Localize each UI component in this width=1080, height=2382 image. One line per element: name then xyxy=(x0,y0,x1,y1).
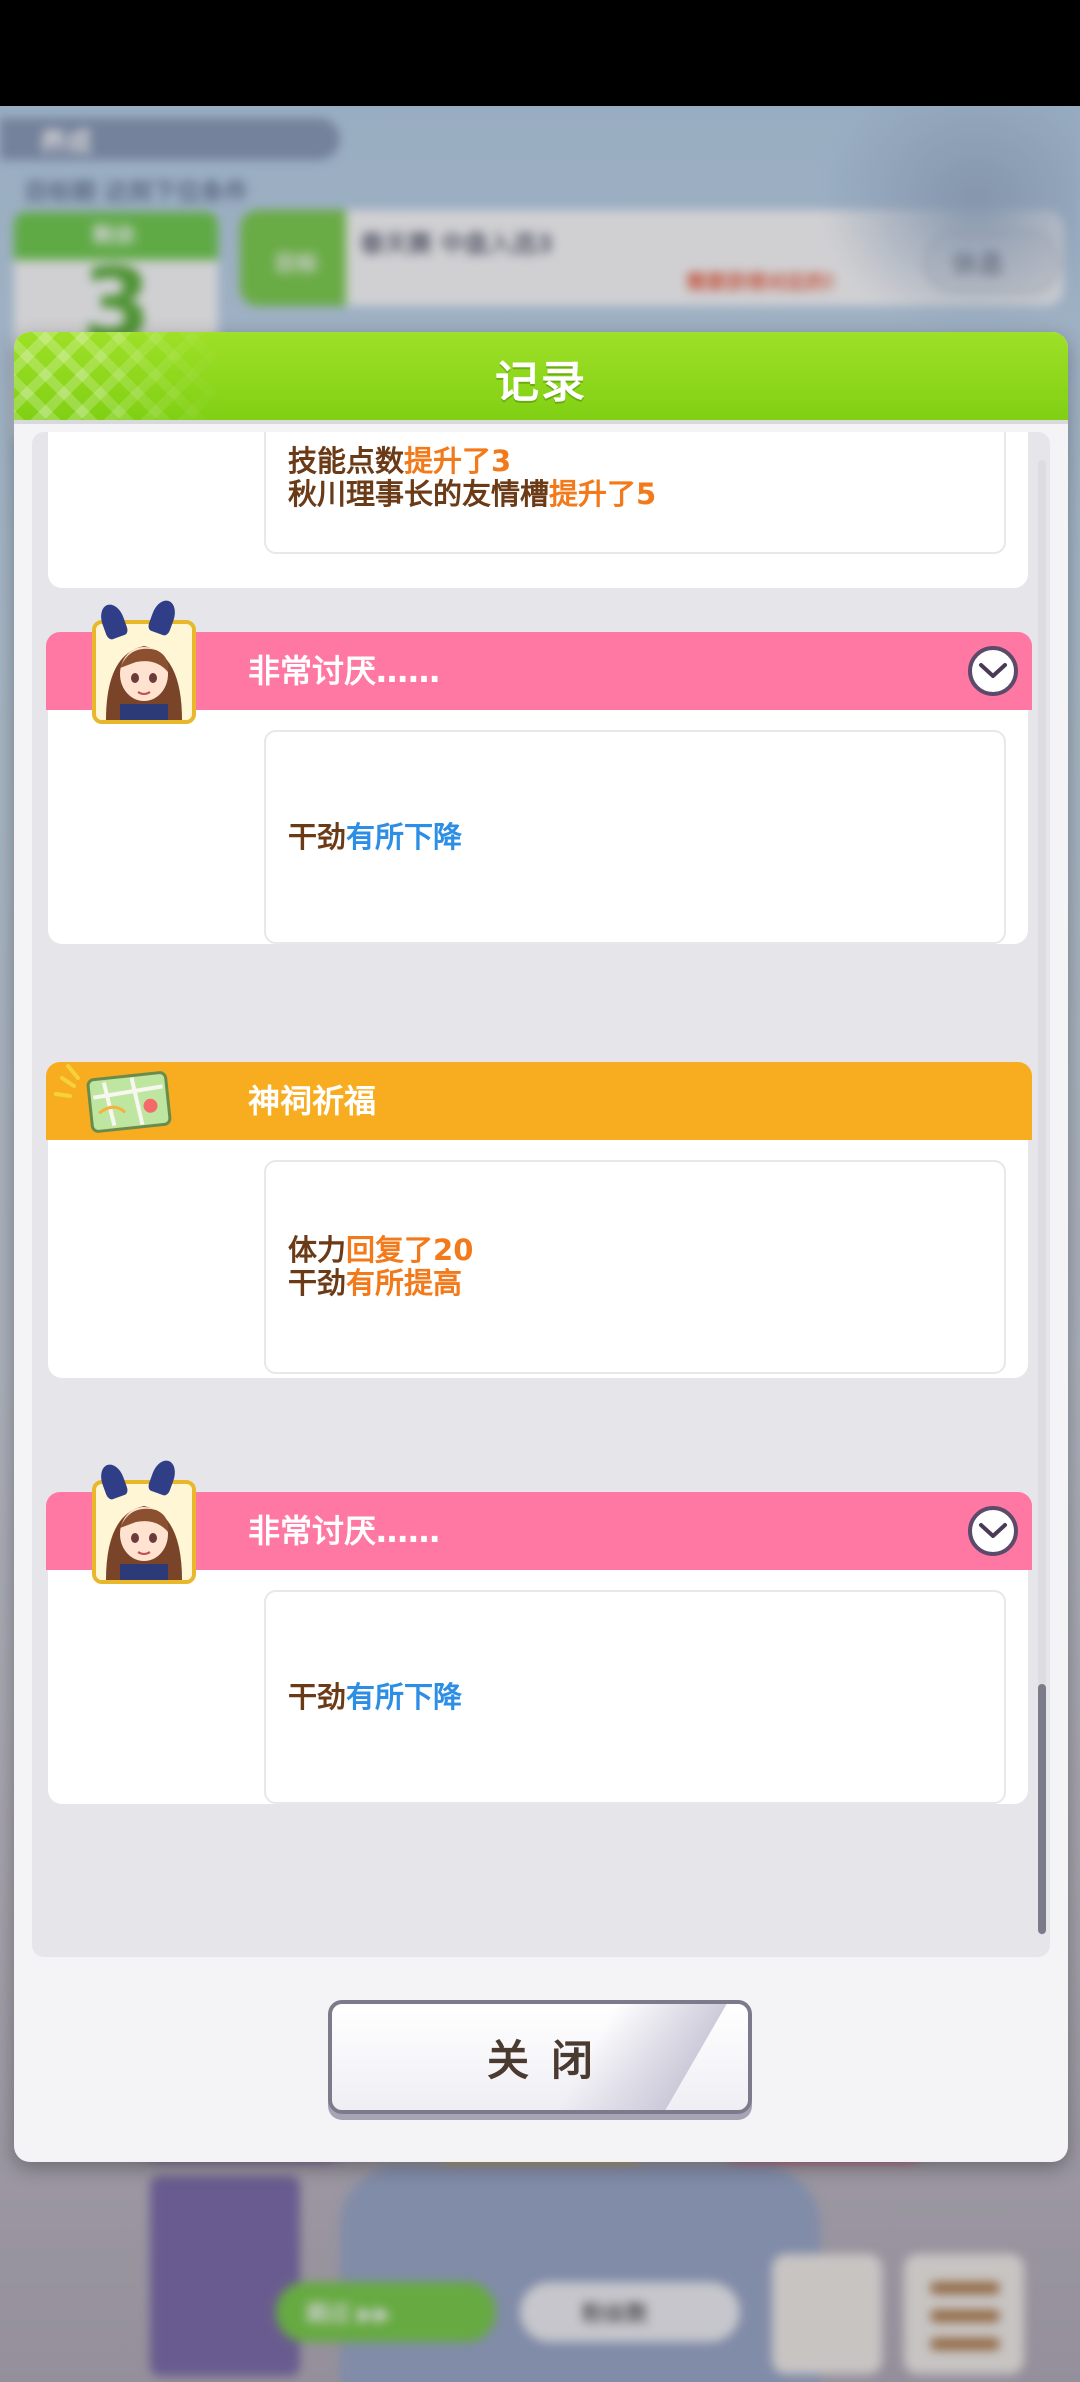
entry-result-box: 干劲有所下降 xyxy=(264,730,1006,944)
result-effect: 有所提高 xyxy=(346,1266,463,1300)
result-line: 干劲有所下降 xyxy=(288,1679,1004,1714)
entry-result-box: 技能点数提升了3 秋川理事长的友情槽提升了5 xyxy=(264,432,1006,554)
result-line: 秋川理事长的友情槽提升了5 xyxy=(288,478,1004,511)
result-effect: 回复了20 xyxy=(346,1233,474,1267)
log-entry-card: 体力回复了20 干劲有所提高 xyxy=(48,1100,1028,1378)
dialog-header: 记录 xyxy=(14,332,1068,424)
entry-result-box: 干劲有所下降 xyxy=(264,1590,1006,1804)
event-title: 神祠祈福 xyxy=(248,1082,377,1120)
event-title: 非常讨厌…… xyxy=(248,1512,441,1550)
close-button-label: 关闭 xyxy=(486,2035,615,2085)
result-label: 秋川理事长的友情槽 xyxy=(288,477,550,511)
result-effect: 有所下降 xyxy=(346,819,463,854)
scrollbar-thumb[interactable] xyxy=(1038,1684,1046,1934)
dialog-title: 记录 xyxy=(495,357,587,408)
header-divider xyxy=(14,420,1068,424)
result-effect: 提升了5 xyxy=(549,477,657,511)
result-effect: 有所下降 xyxy=(346,1679,463,1714)
entry-result-box: 体力回复了20 干劲有所提高 xyxy=(264,1160,1006,1374)
log-entry-card: 技能点数提升了3 秋川理事长的友情槽提升了5 xyxy=(48,432,1028,588)
result-effect: 提升了3 xyxy=(404,444,512,478)
event-header-bar: 神祠祈福 xyxy=(46,1062,1032,1140)
chevron-down-icon[interactable] xyxy=(968,1506,1018,1556)
chevron-down-icon[interactable] xyxy=(968,646,1018,696)
result-label: 干劲 xyxy=(288,819,347,854)
result-label: 干劲 xyxy=(288,1679,347,1714)
result-line: 体力回复了20 xyxy=(288,1234,1004,1267)
result-line: 干劲有所提高 xyxy=(288,1267,1004,1300)
map-ticket-icon xyxy=(54,1064,172,1133)
result-line: 技能点数提升了3 xyxy=(288,445,1004,478)
close-button[interactable]: 关闭 xyxy=(328,2000,752,2114)
status-bar xyxy=(0,0,1080,106)
event-title: 非常讨厌…… xyxy=(248,652,441,690)
header-pattern-decoration xyxy=(14,332,224,424)
result-label: 干劲 xyxy=(288,1266,347,1300)
screen: 养成 目标期 达到下位条件 剩余 3 目标 春天赛 中盘入选3 需要获得对应的!… xyxy=(0,0,1080,2382)
result-label: 技能点数 xyxy=(288,444,405,478)
result-line: 干劲有所下降 xyxy=(288,819,1004,854)
result-label: 体力 xyxy=(288,1233,347,1267)
log-scroll-area[interactable]: 技能点数提升了3 秋川理事长的友情槽提升了5 干劲有所下降 非常讨厌…… 体力回… xyxy=(32,432,1050,1957)
log-dialog: 记录 技能点数提升了3 秋川理事长的友情槽提升了5 干劲有所下降 非常讨厌…… … xyxy=(14,332,1068,2162)
